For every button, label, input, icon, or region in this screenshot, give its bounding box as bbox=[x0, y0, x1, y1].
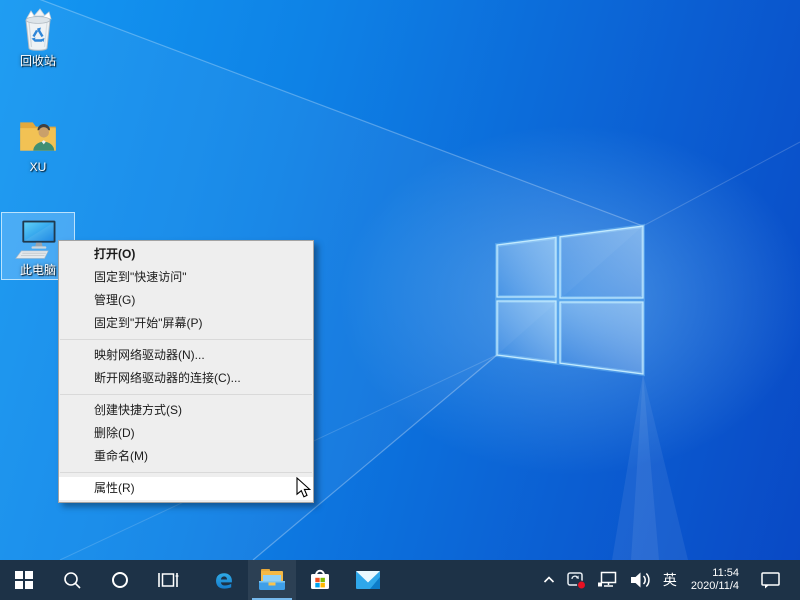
context-menu: 打开(O)固定到"快速访问"管理(G)固定到"开始"屏幕(P) 映射网络驱动器(N… bbox=[58, 240, 314, 503]
file-explorer-icon bbox=[258, 568, 286, 592]
user-folder-icon bbox=[15, 113, 61, 159]
action-center-button[interactable] bbox=[747, 560, 794, 600]
menu-item-delete[interactable]: 删除(D) bbox=[59, 422, 313, 445]
taskbar-gap bbox=[192, 560, 200, 600]
desktop-icon-label: XU bbox=[30, 160, 47, 174]
speaker-icon bbox=[629, 571, 652, 589]
system-tray: 英 11:54 2020/11/4 bbox=[537, 560, 800, 600]
desktop-icon-label: 此电脑 bbox=[20, 263, 56, 277]
notification-dot bbox=[577, 581, 585, 589]
chevron-up-icon bbox=[542, 573, 556, 587]
cortana-ring-icon bbox=[110, 570, 130, 590]
network-icon bbox=[597, 571, 619, 589]
cortana-button[interactable] bbox=[96, 560, 144, 600]
menu-item-pin-to-start[interactable]: 固定到"开始"屏幕(P) bbox=[59, 312, 313, 335]
menu-item-open[interactable]: 打开(O) bbox=[59, 243, 313, 266]
menu-item-disconnect-network-drive[interactable]: 断开网络驱动器的连接(C)... bbox=[59, 367, 313, 390]
mail-icon bbox=[355, 569, 381, 591]
desktop-icon-user-folder[interactable]: XU bbox=[2, 110, 74, 176]
menu-separator bbox=[60, 472, 312, 473]
hidden-icons-button[interactable] bbox=[537, 560, 561, 600]
search-icon bbox=[62, 570, 82, 590]
task-view-icon bbox=[157, 570, 179, 590]
edge-button[interactable]: e bbox=[200, 560, 248, 600]
edge-icon: e bbox=[210, 566, 238, 594]
menu-item-properties[interactable]: 属性(R) bbox=[59, 477, 313, 500]
recycle-bin-icon bbox=[15, 7, 61, 53]
action-center-icon bbox=[760, 571, 781, 589]
desktop-icon-label: 回收站 bbox=[20, 54, 56, 68]
taskbar: e bbox=[0, 560, 800, 600]
tray-app-button[interactable] bbox=[561, 560, 592, 600]
menu-item-map-network-drive[interactable]: 映射网络驱动器(N)... bbox=[59, 344, 313, 367]
microsoft-store-button[interactable] bbox=[296, 560, 344, 600]
windows-desktop-screen: 回收站 XU bbox=[0, 0, 800, 600]
microsoft-store-icon bbox=[307, 567, 333, 593]
mail-button[interactable] bbox=[344, 560, 392, 600]
taskbar-clock[interactable]: 11:54 2020/11/4 bbox=[683, 560, 747, 600]
search-button[interactable] bbox=[48, 560, 96, 600]
menu-item-create-shortcut[interactable]: 创建快捷方式(S) bbox=[59, 399, 313, 422]
this-pc-icon bbox=[15, 216, 61, 262]
start-button[interactable] bbox=[0, 560, 48, 600]
clock-time: 11:54 bbox=[691, 567, 739, 580]
menu-separator bbox=[60, 339, 312, 340]
tray-app-icon bbox=[566, 570, 587, 590]
menu-separator bbox=[60, 394, 312, 395]
menu-item-rename[interactable]: 重命名(M) bbox=[59, 445, 313, 468]
windows-logo-icon bbox=[15, 571, 33, 589]
file-explorer-button[interactable] bbox=[248, 560, 296, 600]
clock-date: 2020/11/4 bbox=[691, 580, 739, 593]
menu-item-manage[interactable]: 管理(G) bbox=[59, 289, 313, 312]
volume-button[interactable] bbox=[624, 560, 657, 600]
menu-item-pin-to-quick-access[interactable]: 固定到"快速访问" bbox=[59, 266, 313, 289]
network-button[interactable] bbox=[592, 560, 624, 600]
task-view-button[interactable] bbox=[144, 560, 192, 600]
desktop-icon-recycle-bin[interactable]: 回收站 bbox=[2, 4, 74, 70]
svg-text:e: e bbox=[215, 566, 233, 594]
taskbar-empty-area[interactable] bbox=[392, 560, 537, 600]
ime-indicator[interactable]: 英 bbox=[657, 560, 683, 600]
mouse-cursor bbox=[296, 477, 314, 499]
